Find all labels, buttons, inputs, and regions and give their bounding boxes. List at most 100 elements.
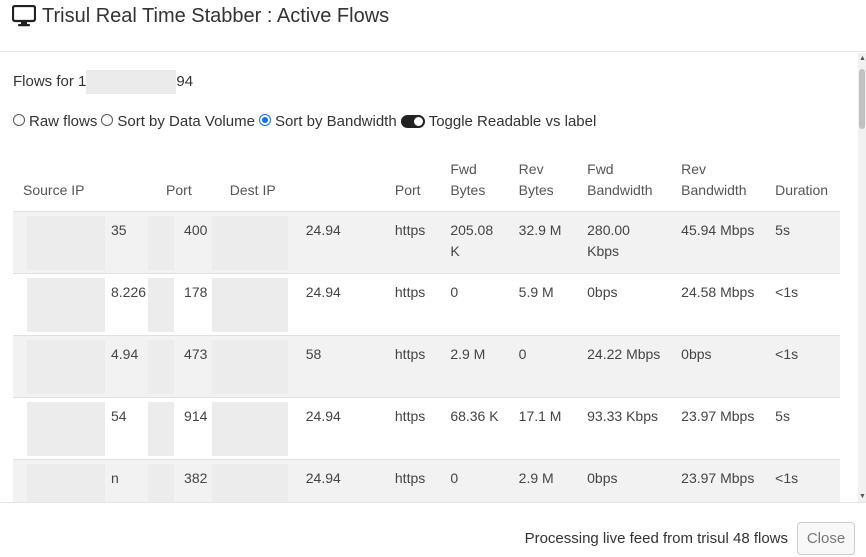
duration-cell: <1s <box>765 335 840 398</box>
dest-ip-cell-text: 58 <box>305 345 322 362</box>
rev-bytes-cell: 0 <box>508 335 578 398</box>
rev-bandwidth-cell: 23.97 Mbps <box>671 397 766 460</box>
col-rev-bandwidth[interactable]: Rev Bandwidth <box>671 153 766 212</box>
source-ip-cell: 8.226 <box>13 273 157 336</box>
col-rev-bytes[interactable]: Rev Bytes <box>508 153 578 212</box>
col-fwd-bandwidth[interactable]: Fwd Bandwidth <box>577 153 672 212</box>
readable-toggle-switch[interactable] <box>400 114 425 128</box>
flows-for-suffix: 94 <box>176 73 194 90</box>
col-duration[interactable]: Duration <box>765 153 840 212</box>
sort-bandwidth-option[interactable]: Sort by Bandwidth <box>258 113 397 130</box>
table-row[interactable]: 35 400 24.94 https 205.08 K 32.9 M 280.00 Kbps… <box>13 211 840 274</box>
source-ip-cell: 35 <box>13 211 157 274</box>
modal-title: Trisul Real Time Stabber : Active Flows <box>11 4 389 28</box>
dest-ip-cell-text: 24.94 <box>305 221 341 238</box>
fwd-bandwidth-cell-text: 24.22 Mbps <box>587 345 661 362</box>
rev-bandwidth-cell: 23.97 Mbps <box>671 459 766 502</box>
raw-flows-option[interactable]: Raw flows <box>13 113 97 130</box>
source-ip-cell-text: 4.94 <box>111 345 139 362</box>
source-ip-cell-text: 8.226 <box>111 283 147 300</box>
sort-data-volume-option[interactable]: Sort by Data Volume <box>101 113 255 130</box>
modal-header: Trisul Real Time Stabber : Active Flows <box>0 0 866 52</box>
rev-bytes-cell: 17.1 M <box>508 397 578 460</box>
dest-port-cell-text: https <box>394 469 426 486</box>
flows-for-label: Flows for 1 94 <box>13 70 194 95</box>
scroll-up-arrow-icon[interactable]: ▲ <box>859 55 866 62</box>
table-row[interactable]: 8.226 178 24.94 https 0 5.9 M 0bps 24.58 Mbps <1… <box>13 273 840 336</box>
source-ip-cell: 4.94 <box>13 335 157 398</box>
flows-table-body: 35 400 24.94 https 205.08 K 32.9 M 280.00 Kbps… <box>13 211 840 502</box>
fwd-bandwidth-cell-text: 0bps <box>587 469 618 486</box>
duration-cell: <1s <box>765 273 840 336</box>
rev-bandwidth-cell: 0bps <box>671 335 766 398</box>
readable-toggle-label: Toggle Readable vs label <box>428 112 597 130</box>
sort-data-volume-label: Sort by Data Volume <box>117 112 255 130</box>
fwd-bytes-cell-text: 2.9 M <box>450 345 486 362</box>
rev-bytes-cell: 32.9 M <box>508 211 578 274</box>
scrollbar[interactable]: ▲ ▼ <box>858 53 866 502</box>
raw-flows-radio[interactable] <box>13 114 25 126</box>
duration-cell: 5s <box>765 397 840 460</box>
dest-port-cell-text: https <box>394 283 426 300</box>
rev-bandwidth-cell-text: 23.97 Mbps <box>681 407 755 424</box>
source-port-cell: 914 <box>148 397 220 460</box>
col-rev-bytes-line2: Bytes <box>518 181 554 198</box>
col-fwd-bandwidth-line1: Fwd <box>587 160 614 177</box>
flows-table: Source IP Port Dest IP Port Fwd Bytes Rev… <box>13 153 840 502</box>
col-source-port[interactable]: Port <box>156 153 220 212</box>
dest-ip-cell-text: 24.94 <box>305 283 341 300</box>
sort-bandwidth-radio[interactable] <box>258 114 271 126</box>
fwd-bandwidth-cell: 280.00 Kbps <box>577 211 672 274</box>
col-dest-ip[interactable]: Dest IP <box>219 153 385 212</box>
source-port-cell-text: 914 <box>184 407 208 424</box>
fwd-bandwidth-cell: 0bps <box>577 273 672 336</box>
col-source-ip[interactable]: Source IP <box>13 153 157 212</box>
fwd-bandwidth-cell-text: 280.00 Kbps <box>587 221 630 259</box>
dest-port-cell-text: https <box>394 221 426 238</box>
readable-toggle-option[interactable]: Toggle Readable vs label <box>400 112 597 130</box>
dest-ip-cell: 24.94 <box>211 397 385 460</box>
col-rev-bytes-line1: Rev <box>518 160 544 177</box>
dest-port-cell: https <box>384 335 441 398</box>
rev-bytes-cell-text: 0 <box>518 345 527 362</box>
table-row[interactable]: 54 914 24.94 https 68.36 K 17.1 M 93.33 Kbps 23… <box>13 397 840 460</box>
fwd-bytes-cell-text: 0 <box>450 469 459 486</box>
duration-cell-text: <1s <box>775 283 799 300</box>
modal-footer: Processing live feed from trisul 48 flow… <box>0 502 866 557</box>
table-row[interactable]: 4.94 473 58 https 2.9 M 0 24.22 Mbps 0bps <1s <box>13 335 840 398</box>
close-button[interactable]: Close <box>797 522 855 555</box>
rev-bandwidth-cell-text: 45.94 Mbps <box>681 221 755 238</box>
fwd-bytes-cell: 68.36 K <box>440 397 509 460</box>
fwd-bytes-cell-text: 0 <box>450 283 459 300</box>
scroll-thumb[interactable] <box>859 69 865 129</box>
rev-bytes-cell-text: 17.1 M <box>518 407 562 424</box>
raw-flows-label: Raw flows <box>29 112 98 130</box>
duration-cell-text: 5s <box>775 407 790 424</box>
source-port-cell: 400 <box>148 211 220 274</box>
fwd-bandwidth-cell-text: 93.33 Kbps <box>587 407 658 424</box>
source-port-cell: 178 <box>148 273 220 336</box>
dest-port-cell: https <box>384 211 441 274</box>
dest-ip-cell: 58 <box>211 335 385 398</box>
col-dest-port[interactable]: Port <box>384 153 441 212</box>
dest-port-cell-text: https <box>394 345 426 362</box>
dest-port-cell: https <box>384 459 441 502</box>
dest-ip-cell-text: 24.94 <box>305 469 341 486</box>
source-ip-cell-text: 35 <box>111 221 127 238</box>
rev-bandwidth-cell-text: 0bps <box>681 345 712 362</box>
source-port-cell: 382 <box>148 459 220 502</box>
duration-cell-text: 5s <box>775 221 790 238</box>
scroll-down-arrow-icon[interactable]: ▼ <box>859 493 866 500</box>
dest-port-cell: https <box>384 397 441 460</box>
fwd-bandwidth-cell: 24.22 Mbps <box>577 335 672 398</box>
sort-data-volume-radio[interactable] <box>101 114 114 126</box>
col-fwd-bytes[interactable]: Fwd Bytes <box>440 153 509 212</box>
table-row[interactable]: n 382 24.94 https 0 2.9 M 0bps 23.97 Mbps <1s <box>13 459 840 502</box>
rev-bandwidth-cell: 45.94 Mbps <box>671 211 766 274</box>
dest-ip-cell-text: 24.94 <box>305 407 341 424</box>
fwd-bytes-cell-text: 68.36 K <box>450 407 499 424</box>
source-port-cell-text: 382 <box>184 469 208 486</box>
dest-ip-cell: 24.94 <box>211 273 385 336</box>
dest-port-cell-text: https <box>394 407 426 424</box>
view-options: Raw flows Sort by Data Volume Sort by Ba… <box>13 112 600 130</box>
